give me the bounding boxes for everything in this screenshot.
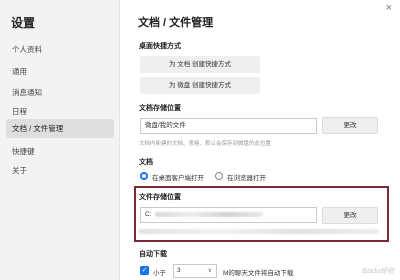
chevron-down-icon[interactable]: ∨ bbox=[208, 265, 213, 277]
file-storage-change-button[interactable]: 更改 bbox=[322, 207, 378, 224]
section-doc-open-title: 文档 bbox=[139, 159, 153, 166]
doc-storage-path-field[interactable]: 微盘/我的文件 bbox=[140, 118, 317, 134]
sidebar-item-profile[interactable]: 个人资料 bbox=[6, 40, 114, 59]
sidebar-item-about[interactable]: 关于 bbox=[6, 161, 114, 180]
blurred-path bbox=[154, 211, 263, 217]
doc-storage-change-button[interactable]: 更改 bbox=[322, 117, 378, 134]
section-desktop-shortcut-title: 桌面快捷方式 bbox=[139, 43, 181, 50]
create-disk-shortcut-button[interactable]: 为 微盘 创建快捷方式 bbox=[140, 77, 260, 94]
radio-open-browser[interactable] bbox=[215, 172, 223, 180]
radio-open-desktop[interactable] bbox=[140, 172, 148, 180]
blurred-file-storage-description bbox=[139, 229, 379, 234]
file-storage-path-field[interactable]: C: bbox=[140, 207, 317, 223]
sidebar-item-general[interactable]: 通用 bbox=[6, 62, 114, 81]
doc-storage-description: 文档内新建的文档、表格、默认会保存到微盘的此位置 bbox=[139, 141, 272, 147]
download-size-value: 3 bbox=[177, 267, 181, 274]
download-size-stepper[interactable]: 3 ∨ bbox=[173, 264, 217, 278]
main-panel: × 文档 / 文件管理 桌面快捷方式 为 文档 创建快捷方式 为 微盘 创建快捷… bbox=[121, 0, 400, 280]
radio-open-desktop-label: 在桌面客户端打开 bbox=[152, 175, 204, 182]
baidu-watermark: Baidu经验 bbox=[362, 268, 394, 275]
auto-download-less-than-label: 小于 bbox=[153, 270, 166, 277]
sidebar-item-shortcuts[interactable]: 快捷键 bbox=[6, 142, 114, 161]
file-storage-path-prefix: C: bbox=[145, 211, 152, 218]
sidebar: 设置 个人资料 通用 消息通知 日程 文档 / 文件管理 快捷键 关于 bbox=[0, 0, 120, 280]
create-doc-shortcut-button[interactable]: 为 文档 创建快捷方式 bbox=[140, 56, 260, 73]
auto-download-checkbox[interactable]: ✓ bbox=[140, 266, 149, 275]
radio-open-browser-label: 在浏览器打开 bbox=[227, 175, 266, 182]
section-file-storage-title: 文件存储位置 bbox=[139, 194, 181, 201]
sidebar-title: 设置 bbox=[11, 16, 36, 30]
page-title: 文档 / 文件管理 bbox=[138, 17, 214, 29]
close-icon[interactable]: × bbox=[386, 3, 392, 14]
sidebar-item-docs-files[interactable]: 文档 / 文件管理 bbox=[6, 119, 114, 138]
auto-download-suffix-label: M的聊天文件将自动下载 bbox=[223, 270, 294, 277]
sidebar-item-notifications[interactable]: 消息通知 bbox=[6, 83, 114, 102]
section-doc-storage-title: 文档存储位置 bbox=[139, 105, 181, 112]
section-auto-download-title: 自动下载 bbox=[139, 251, 167, 258]
